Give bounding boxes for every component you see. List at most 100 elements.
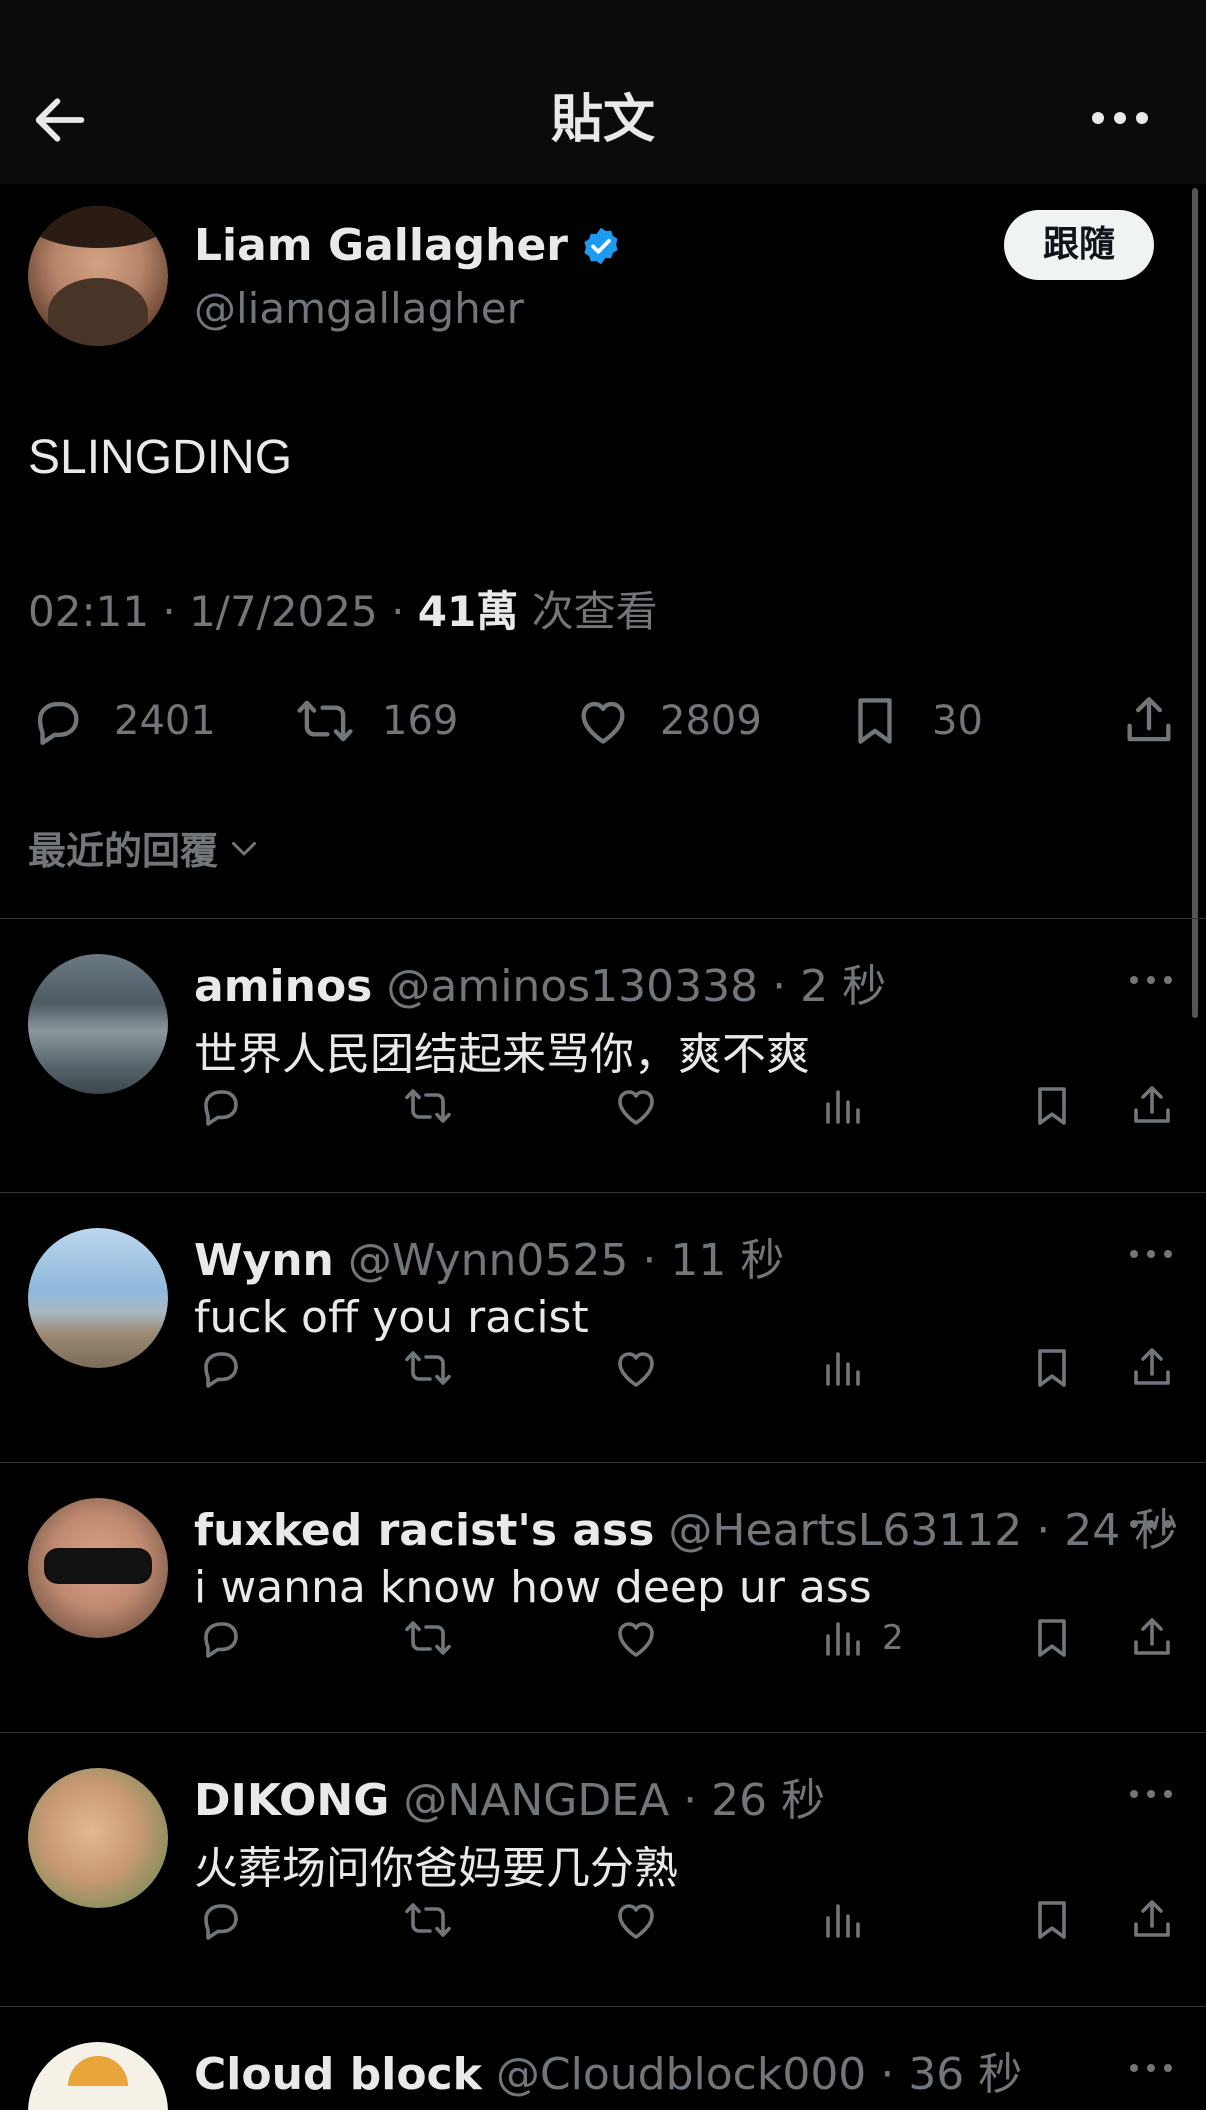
reply-separator: · xyxy=(642,1235,657,1286)
share-button[interactable] xyxy=(1128,1344,1176,1392)
repost-stat[interactable]: 169 xyxy=(296,692,458,750)
post-text: SLINGDING xyxy=(28,431,293,484)
reply-author-name[interactable]: aminos xyxy=(194,961,372,1012)
share-button[interactable] xyxy=(1128,1082,1176,1130)
reply-icon xyxy=(204,1904,238,1940)
reply-avatar[interactable] xyxy=(28,1768,168,1908)
bookmark-button[interactable] xyxy=(1028,1082,1076,1130)
like-button[interactable] xyxy=(612,1896,660,1944)
views-button[interactable] xyxy=(820,1082,882,1130)
bookmark-icon xyxy=(1038,1901,1066,1939)
post-stats: 2401 169 2809 30 xyxy=(0,682,1206,762)
reply-author-name[interactable]: DIKONG xyxy=(194,1775,389,1826)
bookmark-stat[interactable]: 30 xyxy=(846,692,983,750)
follow-button[interactable]: 跟隨 xyxy=(1004,210,1154,280)
reply-author-handle[interactable]: @Wynn0525 xyxy=(348,1235,629,1286)
reply-button[interactable] xyxy=(196,1896,244,1944)
reply-item[interactable]: aminos @aminos130338 · 2 秒 世界人民团结起来骂你，爽不… xyxy=(0,920,1206,1188)
bookmark-button[interactable] xyxy=(1028,1614,1076,1662)
reply-time[interactable]: 2 秒 xyxy=(800,961,886,1012)
reply-sort-label: 最近的回覆 xyxy=(28,829,219,873)
more-horizontal-icon[interactable] xyxy=(1128,972,1174,988)
reply-actions: 2 xyxy=(0,1614,1206,1670)
views-icon xyxy=(826,1090,860,1124)
views-button[interactable] xyxy=(820,1344,882,1392)
reply-header: fuxked racist's ass @HeartsL63112 · 24 秒 xyxy=(194,1494,1178,1558)
like-icon xyxy=(581,701,625,744)
reply-item[interactable]: DIKONG @NANGDEA · 26 秒 火葬场问你爸妈要几分熟 xyxy=(0,1734,1206,2002)
like-icon xyxy=(618,1090,654,1125)
reply-author-handle[interactable]: @aminos130338 xyxy=(386,961,758,1012)
reply-button[interactable] xyxy=(196,1614,244,1662)
bookmark-icon xyxy=(1038,1619,1066,1657)
reply-sort-dropdown[interactable]: 最近的回覆 xyxy=(28,820,262,875)
like-button[interactable] xyxy=(612,1614,660,1662)
reply-button[interactable] xyxy=(196,1082,244,1130)
reply-author-handle[interactable]: @NANGDEA xyxy=(403,1775,669,1826)
divider xyxy=(0,1192,1206,1193)
reply-separator: · xyxy=(683,1775,698,1826)
reply-icon xyxy=(204,1090,238,1126)
repost-count: 169 xyxy=(382,698,459,744)
author-name-row[interactable]: Liam Gallagher xyxy=(194,220,622,271)
views-button[interactable] xyxy=(820,1896,882,1944)
more-horizontal-icon[interactable] xyxy=(1128,1786,1174,1802)
share-button[interactable] xyxy=(1128,1614,1176,1662)
author-name[interactable]: Liam Gallagher xyxy=(194,220,568,271)
repost-button[interactable] xyxy=(404,1082,452,1130)
reply-text: 火葬场问你爸妈要几分熟 xyxy=(194,1843,678,1894)
views-icon xyxy=(826,1622,860,1656)
more-options-button[interactable] xyxy=(1090,104,1150,132)
views-label: 次查看 xyxy=(518,587,658,636)
reply-item[interactable]: fuxked racist's ass @HeartsL63112 · 24 秒… xyxy=(0,1464,1206,1732)
reply-author-name[interactable]: Wynn xyxy=(194,1235,334,1286)
reply-icon xyxy=(204,1352,238,1388)
views-icon xyxy=(826,1904,860,1938)
reply-time[interactable]: 26 秒 xyxy=(711,1775,825,1826)
reply-item[interactable]: Wynn @Wynn0525 · 11 秒 fuck off you racis… xyxy=(0,1194,1206,1462)
like-count: 2809 xyxy=(660,698,762,744)
repost-button[interactable] xyxy=(404,1896,452,1944)
reply-item[interactable]: Cloud block @Cloudblock000 · 36 秒 xyxy=(0,2008,1206,2110)
more-horizontal-icon[interactable] xyxy=(1128,1246,1174,1262)
repost-button[interactable] xyxy=(404,1614,452,1662)
repost-icon xyxy=(405,1903,451,1937)
reply-author-name[interactable]: fuxked racist's ass xyxy=(194,1505,654,1556)
author-handle[interactable]: @liamgallagher xyxy=(194,284,524,333)
reply-separator: · xyxy=(772,961,787,1012)
reply-author-handle[interactable]: @Cloudblock000 xyxy=(496,2049,866,2100)
reply-time[interactable]: 36 秒 xyxy=(908,2049,1022,2100)
reply-time[interactable]: 11 秒 xyxy=(670,1235,784,1286)
repost-icon xyxy=(405,1089,451,1123)
bookmark-button[interactable] xyxy=(1028,1896,1076,1944)
author-avatar[interactable] xyxy=(28,206,168,346)
reply-author-name[interactable]: Cloud block xyxy=(194,2049,482,2100)
bookmark-button[interactable] xyxy=(1028,1344,1076,1392)
like-button[interactable] xyxy=(612,1082,660,1130)
repost-icon xyxy=(405,1621,451,1655)
views-button[interactable]: 2 xyxy=(820,1614,904,1662)
repost-button[interactable] xyxy=(404,1344,452,1392)
views-icon xyxy=(826,1352,860,1386)
share-button[interactable] xyxy=(1120,692,1178,750)
reply-avatar[interactable] xyxy=(28,2042,168,2110)
reply-button[interactable] xyxy=(196,1344,244,1392)
reply-icon xyxy=(37,701,79,745)
reply-avatar[interactable] xyxy=(28,954,168,1094)
reply-header: DIKONG @NANGDEA · 26 秒 xyxy=(194,1764,825,1828)
like-button[interactable] xyxy=(612,1344,660,1392)
more-horizontal-icon[interactable] xyxy=(1128,2060,1174,2076)
reply-author-handle[interactable]: @HeartsL63112 xyxy=(668,1505,1022,1556)
bookmark-icon xyxy=(1038,1087,1066,1125)
reply-text: fuck off you racist xyxy=(194,1292,589,1343)
like-stat[interactable]: 2809 xyxy=(574,692,762,750)
share-icon xyxy=(1127,697,1171,742)
post-meta: 02:11 · 1/7/2025 · 41萬 次查看 xyxy=(28,578,658,639)
views-count: 2 xyxy=(882,1618,904,1658)
share-button[interactable] xyxy=(1128,1896,1176,1944)
views-count: 41萬 xyxy=(417,587,519,636)
reply-stat[interactable]: 2401 xyxy=(28,692,216,750)
chevron-down-icon xyxy=(232,841,257,855)
more-horizontal-icon[interactable] xyxy=(1128,1516,1174,1532)
post-time[interactable]: 02:11 · 1/7/2025 · xyxy=(28,587,418,636)
